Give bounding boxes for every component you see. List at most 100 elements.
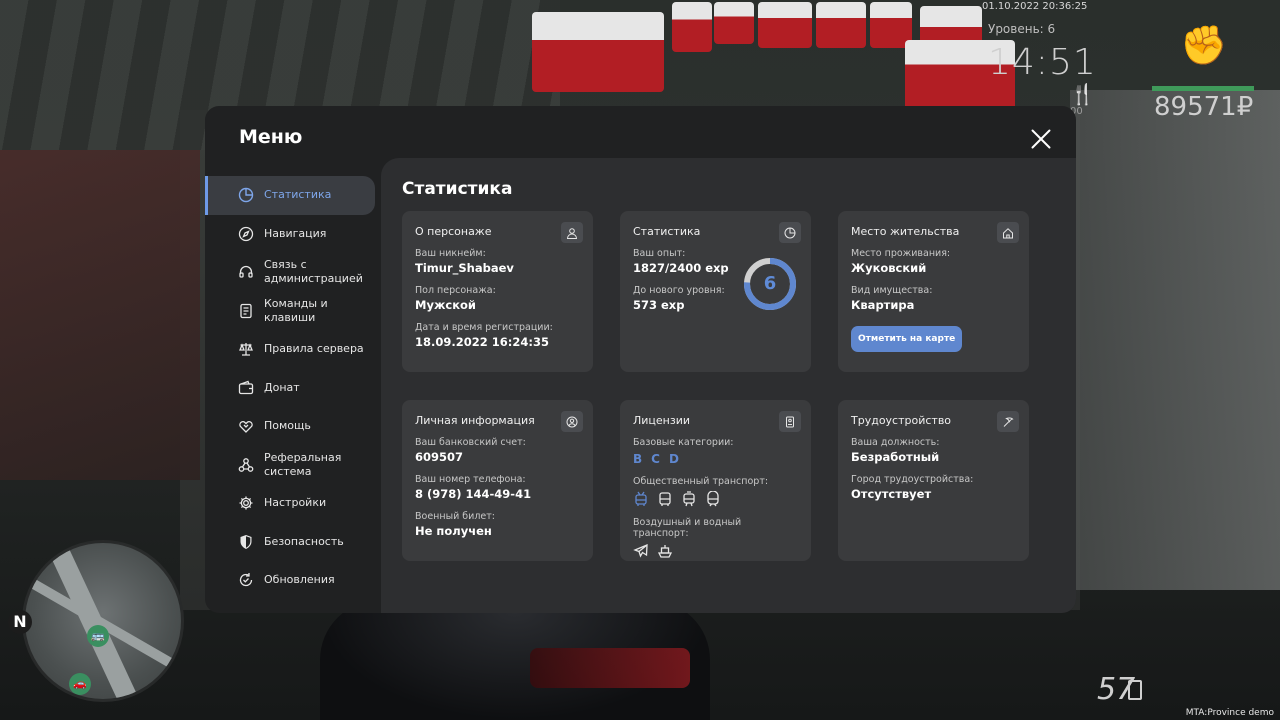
sidebar-item-navigation[interactable]: Навигация [205,215,381,254]
mark-on-map-button[interactable]: Отметить на карте [851,326,963,352]
scales-icon [238,341,254,357]
card-title: Личная информация [415,414,535,427]
field-label: Ваш номер телефона: [415,474,526,485]
building-wall [1070,90,1280,590]
sidebar-item-commands[interactable]: Команды и клавиши [205,292,381,331]
field-label: Дата и время регистрации: [415,322,553,333]
category-b: B [633,452,643,466]
sidebar-item-label: Навигация [264,226,327,240]
close-icon[interactable] [1029,127,1053,151]
field-label: Базовые категории: [633,437,734,448]
card-title: О персонаже [415,225,492,238]
field-label: Место проживания: [851,248,951,259]
sidebar-item-label: Помощь [264,419,311,433]
sidebar-item-settings[interactable]: Настройки [205,484,381,523]
tram-icon [683,491,695,507]
menu-modal: Меню Статистика Навигация Связь с админи… [205,106,1076,613]
health-bar [1152,86,1254,91]
sidebar-item-label: Настройки [264,496,327,510]
air-water-transport-icons [633,543,798,559]
card-residence: Место жительства Место проживания: Жуков… [838,211,1029,372]
statistics-panel: Статистика О персонаже Ваш никнейм: Timu… [381,158,1076,613]
field-label: Воздушный и водный транспорт: [633,517,742,539]
sidebar-item-donate[interactable]: Донат [205,369,381,408]
card-title: Место жительства [851,225,960,238]
sidebar-item-label: Донат [264,380,300,394]
hud-money: 89571₽ [1154,92,1254,122]
sidebar-item-updates[interactable]: Обновления [205,561,381,600]
menu-sidebar: Статистика Навигация Связь с администрац… [205,176,381,600]
hud-datetime: 01.10.2022 20:36:25 [982,1,1088,12]
field-label: Ваша должность: [851,437,940,448]
field-label: Общественный транспорт: [633,476,769,487]
sidebar-item-label: Правила сервера [264,342,364,356]
field-label: Ваш никнейм: [415,248,486,259]
card-employment: Трудоустройство Ваша должность: Безработ… [838,400,1029,561]
phone-value: 8 (978) 144-49-41 [415,487,532,501]
sidebar-item-label: Безопасность [264,534,344,548]
menu-title: Меню [239,126,303,148]
gear-icon [238,495,254,511]
user-icon [561,222,583,243]
position-value: Безработный [851,450,940,464]
sidebar-item-statistics[interactable]: Статистика [205,176,375,215]
card-title: Лицензии [633,414,691,427]
bank-account-value: 609507 [415,450,464,464]
card-statistics: Статистика Ваш опыт: 1827/2400 exp До но… [620,211,811,372]
ship-icon [657,545,673,558]
refresh-icon [238,572,254,588]
metro-icon [707,491,719,507]
car-icon: 🚗 [69,673,91,695]
food-icon: 🍴 [1070,82,1095,106]
field-label: Пол персонажа: [415,285,496,296]
headset-icon [238,264,254,280]
trolleybus-icon [635,491,647,506]
employment-city-value: Отсутствует [851,487,932,501]
residence-value: Жуковский [851,261,927,275]
hud-clock: 14:51 [988,42,1097,83]
nickname-value: Timur_Shabaev [415,261,514,275]
bus [714,2,754,44]
sidebar-item-referral[interactable]: Реферальная система [205,446,381,485]
plane-icon [633,544,648,558]
sidebar-item-label: Реферальная система [264,450,342,478]
bus [816,2,866,48]
gender-value: Мужской [415,298,476,312]
wallet-icon [238,380,254,396]
network-icon [238,457,254,473]
document-icon [238,303,254,319]
sidebar-item-help[interactable]: Помощь [205,407,381,446]
sidebar-item-label: Связь с администрацией [264,258,363,286]
sidebar-item-rules[interactable]: Правила сервера [205,330,381,369]
pie-chart-icon [238,187,254,203]
car-taillight [530,648,690,688]
north-indicator: N [8,610,32,634]
pie-chart-icon [779,222,801,243]
hud-level: Уровень: 6 [988,22,1056,36]
card-character: О персонаже Ваш никнейм: Timur_Shabaev П… [402,211,593,372]
bus [758,2,812,48]
sidebar-item-security[interactable]: Безопасность [205,523,381,562]
category-d: D [668,452,679,466]
bus [532,12,664,92]
card-title: Статистика [633,225,701,238]
field-label: Военный билет: [415,511,495,522]
property-value: Квартира [851,298,915,312]
field-label: Город трудоустройства: [851,474,974,485]
card-licenses: Лицензии Базовые категории: B C D Общест… [620,400,811,561]
public-transport-icons [633,491,798,507]
minimap[interactable]: 🚌 🚗 [22,540,184,702]
bus-stop-icon: 🚌 [87,625,109,647]
sidebar-item-contact-admin[interactable]: Связь с администрацией [205,253,381,292]
registration-date-value: 18.09.2022 16:24:35 [415,335,549,349]
card-personal-info: Личная информация Ваш банковский счет: 6… [402,400,593,561]
field-label: Ваш банковский счет: [415,437,526,448]
fist-icon: ✊ [1180,23,1228,67]
page-title: Статистика [402,179,513,199]
bus-icon [659,492,671,506]
user-circle-icon [561,411,583,432]
fuel-icon [1128,680,1142,700]
license-icon [779,411,801,432]
handshake-icon [238,418,254,434]
pickaxe-icon [997,411,1019,432]
